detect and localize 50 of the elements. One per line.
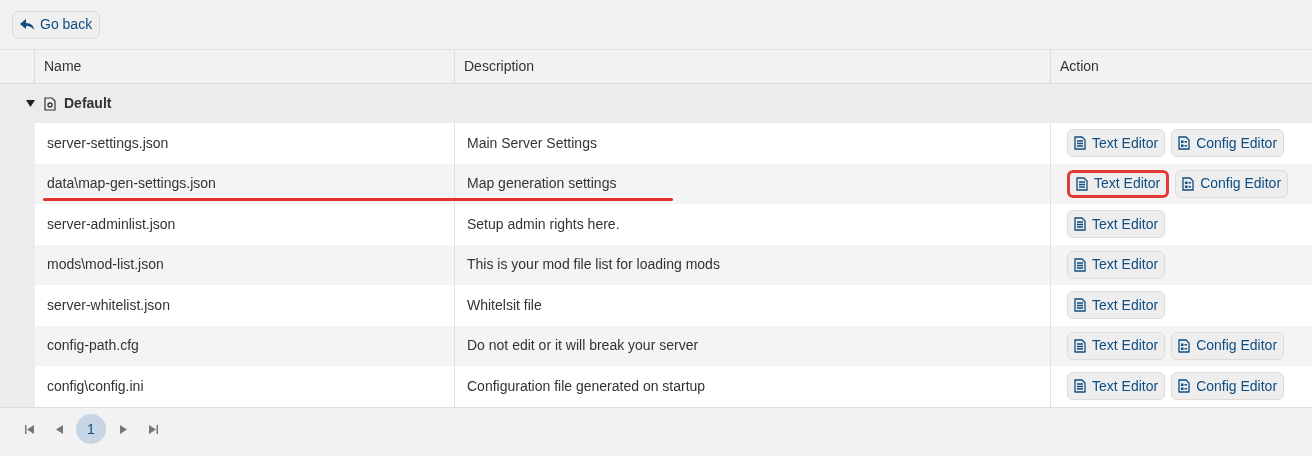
document-icon: [1076, 176, 1088, 191]
first-page-icon: [24, 424, 34, 434]
text-editor-button[interactable]: Text Editor: [1067, 210, 1166, 239]
config-editor-button[interactable]: Config Editor: [1171, 331, 1285, 360]
config-editor-button[interactable]: Config Editor: [1171, 372, 1285, 401]
document-icon: [1074, 298, 1086, 313]
table-cell-text: mods\mod-list.json: [47, 255, 164, 275]
document-icon: [1074, 379, 1086, 394]
page-button[interactable]: 1: [76, 414, 106, 444]
table-cell-text: Setup admin rights here.: [467, 214, 620, 234]
text-editor-button[interactable]: Text Editor: [1067, 331, 1166, 360]
form-document-icon: [1178, 379, 1191, 394]
config-editor-button[interactable]: Config Editor: [1175, 169, 1289, 198]
table-cell-text: This is your mod file list for loading mods: [467, 255, 720, 275]
text-editor-button[interactable]: Text Editor: [1067, 250, 1166, 279]
column-header: Description: [455, 50, 1051, 83]
expand-toggle[interactable]: [24, 97, 36, 110]
form-document-icon: [1178, 338, 1191, 353]
text-editor-button[interactable]: Text Editor: [1067, 372, 1166, 401]
form-document-icon: [1182, 176, 1195, 191]
next-page-icon: [119, 424, 127, 434]
table-cell-text: config\config.ini: [47, 376, 144, 396]
table-cell-text: Whitelsit file: [467, 295, 542, 315]
document-icon: [1074, 136, 1086, 151]
document-icon: [1074, 338, 1086, 353]
column-header: Name: [35, 50, 455, 83]
text-editor-button[interactable]: Text Editor: [1067, 129, 1166, 158]
document-icon: [1074, 217, 1086, 232]
table-cell-text: server-settings.json: [47, 133, 169, 153]
table-cell-text: Map generation settings: [467, 174, 617, 194]
table-cell-text: server-whitelist.json: [47, 295, 170, 315]
document-icon: [1074, 257, 1086, 272]
text-editor-button[interactable]: Text Editor: [1067, 169, 1170, 198]
column-header: Action: [1059, 57, 1100, 76]
table-cell-text: config-path.cfg: [47, 336, 139, 356]
table-cell-text: data\map-gen-settings.json: [47, 174, 216, 194]
back-arrow-icon: [20, 18, 34, 31]
last-page-icon: [148, 424, 158, 434]
previous-page-icon: [55, 424, 63, 434]
table-cell-text: Configuration file generated on startup: [467, 376, 706, 396]
text-editor-button[interactable]: Text Editor: [1067, 291, 1166, 320]
table-cell-text: Main Server Settings: [467, 133, 597, 153]
form-document-icon: [1178, 136, 1191, 151]
go-back-button[interactable]: Go back: [12, 10, 101, 39]
table-cell-text: Do not edit or it will break your server: [467, 336, 699, 356]
gear-document-icon: [44, 96, 56, 111]
table-cell-text: server-adminlist.json: [47, 214, 176, 234]
config-editor-button[interactable]: Config Editor: [1171, 129, 1285, 158]
group-label: Default: [64, 94, 112, 113]
caret-icon: [25, 99, 35, 108]
